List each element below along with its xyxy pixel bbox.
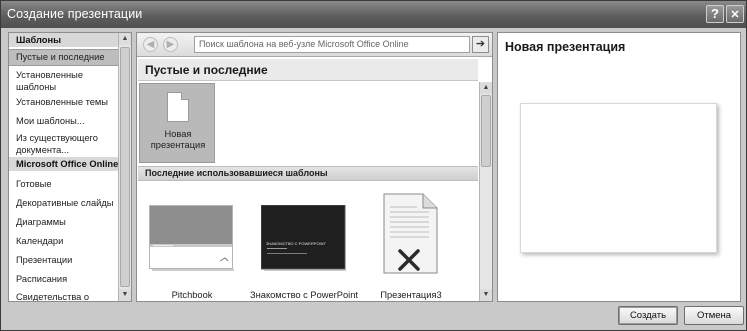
sidebar-item-from-existing[interactable]: Из существующего документа...: [9, 132, 119, 156]
sidebar-item-installed-themes[interactable]: Установленные темы: [9, 96, 119, 108]
template-search-input[interactable]: Поиск шаблона на веб-узле Microsoft Offi…: [194, 36, 470, 53]
search-toolbar: ◀ ▶ Поиск шаблона на веб-узле Microsoft …: [137, 33, 492, 57]
gallery-scroll-thumb[interactable]: [481, 95, 491, 167]
sidebar-item-installed-templates[interactable]: Установленные шаблоны: [9, 69, 119, 93]
close-icon: ✕: [730, 9, 740, 21]
template-gallery: ◀ ▶ Поиск шаблона на веб-узле Microsoft …: [136, 32, 493, 302]
blank-presentation-tile[interactable]: Новая презентация: [139, 83, 215, 163]
arrow-go-icon: ➔: [475, 38, 486, 50]
recent-template-label: Презентация3: [380, 290, 442, 300]
blank-page-icon: [167, 92, 189, 122]
pitchbook-thumbnail: [149, 205, 234, 271]
forward-button[interactable]: ▶: [163, 37, 178, 52]
arrow-left-icon: ◀: [146, 39, 155, 50]
scroll-down-icon[interactable]: ▼: [119, 289, 131, 301]
preview-title: Новая презентация: [505, 40, 626, 54]
help-button[interactable]: ?: [706, 5, 724, 23]
section-header-templates: Шаблоны: [9, 33, 119, 47]
preview-pane: Новая презентация: [497, 32, 741, 302]
sidebar-scrollbar[interactable]: ▲ ▼: [118, 33, 131, 301]
sidebar-item-schedules[interactable]: Расписания: [9, 273, 119, 285]
sidebar-item-blank-and-recent[interactable]: Пустые и последние: [9, 49, 120, 66]
arrow-right-icon: ▶: [166, 39, 175, 50]
scroll-up-icon[interactable]: ▲: [480, 82, 492, 94]
back-button[interactable]: ◀: [143, 37, 158, 52]
sidebar-item-decorative-slides[interactable]: Декоративные слайды: [9, 197, 119, 209]
recent-template-pitchbook[interactable]: [149, 205, 235, 271]
powerpoint-file-icon: [383, 193, 438, 274]
template-categories-panel: Шаблоны Пустые и последние Установленные…: [8, 32, 132, 302]
create-button[interactable]: Создать: [618, 306, 678, 325]
section-header-office-online: Microsoft Office Online: [9, 157, 119, 171]
intro-powerpoint-thumbnail: [260, 204, 346, 271]
recent-template-presentation3[interactable]: [381, 193, 441, 275]
recent-template-label: Pitchbook: [171, 290, 213, 300]
sidebar-item-ready[interactable]: Готовые: [9, 178, 119, 190]
preview-slide: [520, 103, 717, 253]
close-button[interactable]: ✕: [726, 5, 744, 23]
title-bar: Создание презентации ? ✕: [1, 1, 746, 28]
intro-slide-title: ЗНАКОМСТВО С POWERPOINT: [266, 241, 326, 246]
sidebar-item-diagrams[interactable]: Диаграммы: [9, 216, 119, 228]
recent-templates-header: Последние использовавшиеся шаблоны: [138, 166, 478, 181]
blank-presentation-label: Новая презентация: [150, 129, 206, 150]
sidebar-item-certificates[interactable]: Свидетельства о: [9, 291, 119, 301]
sidebar-item-presentations[interactable]: Презентации: [9, 254, 119, 266]
recent-template-label: Знакомство с PowerPoint: [250, 290, 358, 300]
sidebar-item-my-templates[interactable]: Мои шаблоны...: [9, 115, 119, 127]
gallery-scrollbar[interactable]: ▲ ▼: [479, 82, 492, 301]
cancel-button[interactable]: Отмена: [684, 306, 744, 325]
search-go-button[interactable]: ➔: [472, 36, 489, 53]
section-title: Пустые и последние: [138, 59, 478, 81]
sidebar-item-calendars[interactable]: Календари: [9, 235, 119, 247]
recent-template-intro-powerpoint[interactable]: ЗНАКОМСТВО С POWERPOINT: [260, 204, 347, 271]
new-presentation-dialog: Создание презентации ? ✕ Шаблоны Пустые …: [0, 0, 747, 331]
scroll-down-icon[interactable]: ▼: [480, 289, 492, 301]
window-title: Создание презентации: [7, 7, 143, 21]
scroll-up-icon[interactable]: ▲: [119, 33, 131, 45]
sidebar-scroll-thumb[interactable]: [120, 47, 130, 287]
